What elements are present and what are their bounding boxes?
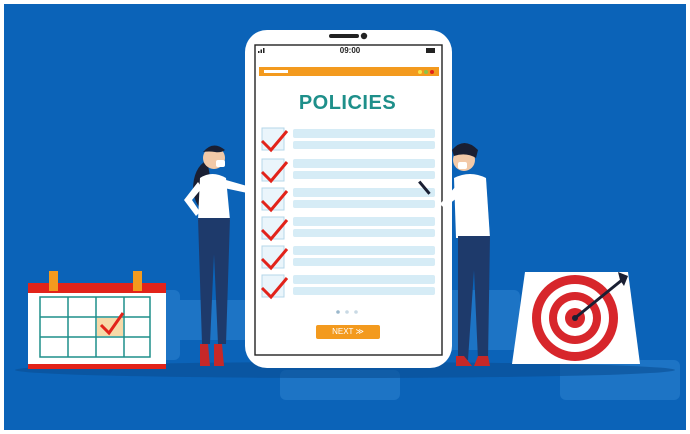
- phone-time: 09:00: [339, 46, 361, 55]
- page-title: POLICIES: [298, 92, 397, 114]
- target-icon: [512, 272, 640, 364]
- calendar-icon: [28, 271, 166, 369]
- next-button[interactable]: NEXT ≫: [316, 326, 380, 338]
- battery-icon: [426, 48, 435, 53]
- illustration: [4, 4, 686, 430]
